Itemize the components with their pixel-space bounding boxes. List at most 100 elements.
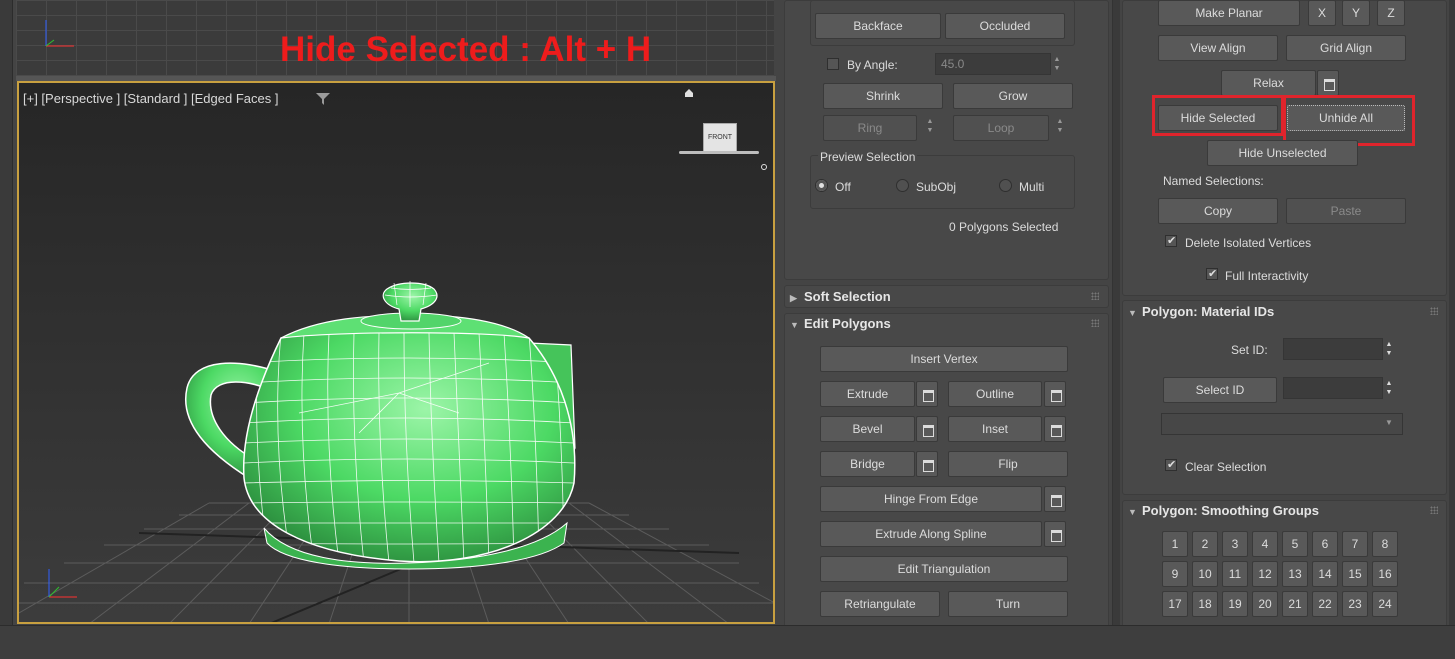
delete-isolated-checkbox[interactable] bbox=[1165, 234, 1177, 247]
full-interactivity-checkbox[interactable] bbox=[1206, 267, 1218, 280]
smoothing-group-button[interactable]: 23 bbox=[1342, 591, 1368, 617]
smoothing-group-button[interactable]: 7 bbox=[1342, 531, 1368, 557]
flip-button[interactable]: Flip bbox=[948, 451, 1068, 477]
ring-spinner-icon[interactable]: ▲ ▼ bbox=[923, 113, 937, 139]
smoothing-group-button[interactable]: 6 bbox=[1312, 531, 1338, 557]
loop-button[interactable]: Loop bbox=[953, 115, 1049, 141]
right-scrollbar[interactable] bbox=[1449, 0, 1455, 625]
material-name-dropdown[interactable] bbox=[1161, 413, 1403, 435]
angle-field[interactable]: 45.0 bbox=[935, 53, 1051, 75]
preview-subobj-radio[interactable] bbox=[896, 179, 909, 192]
insert-vertex-button[interactable]: Insert Vertex bbox=[820, 346, 1068, 372]
inset-settings-icon[interactable] bbox=[1044, 416, 1066, 442]
smoothing-group-button[interactable]: 17 bbox=[1162, 591, 1188, 617]
smoothing-group-button[interactable]: 13 bbox=[1282, 561, 1308, 587]
smoothing-group-button[interactable]: 22 bbox=[1312, 591, 1338, 617]
grid-align-button[interactable]: Grid Align bbox=[1286, 35, 1406, 61]
select-id-spinner-icon[interactable]: ▲ ▼ bbox=[1382, 375, 1396, 401]
middle-scrollbar[interactable] bbox=[1112, 0, 1120, 625]
smoothing-group-button[interactable]: 19 bbox=[1222, 591, 1248, 617]
outline-settings-icon[interactable] bbox=[1044, 381, 1066, 407]
smoothing-group-button[interactable]: 4 bbox=[1252, 531, 1278, 557]
clear-selection-checkbox[interactable] bbox=[1165, 458, 1177, 471]
angle-spinner-icon[interactable]: ▲ ▼ bbox=[1050, 51, 1064, 77]
scene bbox=[19, 281, 773, 622]
smoothing-group-button[interactable]: 18 bbox=[1192, 591, 1218, 617]
planar-y-button[interactable]: Y bbox=[1342, 0, 1370, 26]
extrude-settings-icon[interactable] bbox=[916, 381, 938, 407]
collapse-arrow-icon: ▼ bbox=[1128, 507, 1137, 517]
smoothing-group-button[interactable]: 8 bbox=[1372, 531, 1398, 557]
edit-polygons-title: Edit Polygons bbox=[804, 316, 891, 331]
smoothing-groups-header[interactable]: ▼ Polygon: Smoothing Groups bbox=[1128, 503, 1319, 518]
smoothing-group-button[interactable]: 1 bbox=[1162, 531, 1188, 557]
occluded-button[interactable]: Occluded bbox=[945, 13, 1065, 39]
preview-off-radio[interactable] bbox=[815, 179, 828, 192]
bevel-button[interactable]: Bevel bbox=[820, 416, 915, 442]
hinge-from-edge-button[interactable]: Hinge From Edge bbox=[820, 486, 1042, 512]
delete-isolated-label: Delete Isolated Vertices bbox=[1185, 236, 1312, 250]
top-viewport[interactable]: Hide Selected : Alt + H bbox=[16, 0, 774, 76]
grip-icon[interactable] bbox=[1091, 319, 1099, 327]
smoothing-group-button[interactable]: 20 bbox=[1252, 591, 1278, 617]
selection-status: 0 Polygons Selected bbox=[949, 220, 1059, 234]
ring-button[interactable]: Ring bbox=[823, 115, 917, 141]
select-id-field[interactable] bbox=[1283, 377, 1383, 399]
set-id-spinner-icon[interactable]: ▲ ▼ bbox=[1382, 336, 1396, 362]
chevron-down-icon[interactable]: ▼ bbox=[1385, 418, 1393, 427]
material-ids-header[interactable]: ▼ Polygon: Material IDs bbox=[1128, 304, 1274, 319]
make-planar-button[interactable]: Make Planar bbox=[1158, 0, 1300, 26]
inset-button[interactable]: Inset bbox=[948, 416, 1042, 442]
outline-button[interactable]: Outline bbox=[948, 381, 1042, 407]
extrude-button[interactable]: Extrude bbox=[820, 381, 915, 407]
extrude-spline-settings-icon[interactable] bbox=[1044, 521, 1066, 547]
edit-polygons-header[interactable]: ▼ Edit Polygons bbox=[790, 316, 891, 331]
bridge-settings-icon[interactable] bbox=[916, 451, 938, 477]
smoothing-group-button[interactable]: 24 bbox=[1372, 591, 1398, 617]
view-align-button[interactable]: View Align bbox=[1158, 35, 1278, 61]
smoothing-group-button[interactable]: 9 bbox=[1162, 561, 1188, 587]
bottom-strip-right bbox=[780, 625, 1455, 659]
relax-button[interactable]: Relax bbox=[1221, 70, 1316, 96]
full-interactivity-label: Full Interactivity bbox=[1225, 269, 1309, 283]
smoothing-group-button[interactable]: 15 bbox=[1342, 561, 1368, 587]
smoothing-group-button[interactable]: 21 bbox=[1282, 591, 1308, 617]
hide-selected-highlight bbox=[1152, 95, 1284, 136]
planar-z-button[interactable]: Z bbox=[1377, 0, 1405, 26]
extrude-along-spline-button[interactable]: Extrude Along Spline bbox=[820, 521, 1042, 547]
select-id-button[interactable]: Select ID bbox=[1163, 377, 1277, 403]
preview-multi-radio[interactable] bbox=[999, 179, 1012, 192]
edit-triangulation-button[interactable]: Edit Triangulation bbox=[820, 556, 1068, 582]
hinge-settings-icon[interactable] bbox=[1044, 486, 1066, 512]
set-id-field[interactable] bbox=[1283, 338, 1383, 360]
planar-x-button[interactable]: X bbox=[1308, 0, 1336, 26]
paste-button[interactable]: Paste bbox=[1286, 198, 1406, 224]
by-angle-checkbox[interactable] bbox=[827, 58, 839, 70]
hide-unselected-button[interactable]: Hide Unselected bbox=[1207, 140, 1358, 166]
smoothing-group-button[interactable]: 12 bbox=[1252, 561, 1278, 587]
copy-button[interactable]: Copy bbox=[1158, 198, 1278, 224]
grow-button[interactable]: Grow bbox=[953, 83, 1073, 109]
smoothing-group-button[interactable]: 16 bbox=[1372, 561, 1398, 587]
smoothing-group-button[interactable]: 14 bbox=[1312, 561, 1338, 587]
bevel-settings-icon[interactable] bbox=[916, 416, 938, 442]
grip-icon[interactable] bbox=[1430, 307, 1438, 315]
grip-icon[interactable] bbox=[1430, 506, 1438, 514]
shrink-button[interactable]: Shrink bbox=[823, 83, 943, 109]
smoothing-group-button[interactable]: 2 bbox=[1192, 531, 1218, 557]
collapse-arrow-icon: ▼ bbox=[1128, 308, 1137, 318]
smoothing-group-button[interactable]: 11 bbox=[1222, 561, 1248, 587]
smoothing-group-button[interactable]: 3 bbox=[1222, 531, 1248, 557]
backface-button[interactable]: Backface bbox=[815, 13, 941, 39]
preview-off-label: Off bbox=[835, 180, 851, 194]
soft-selection-header[interactable]: ▶ Soft Selection bbox=[790, 289, 891, 304]
grip-icon[interactable] bbox=[1091, 292, 1099, 300]
bridge-button[interactable]: Bridge bbox=[820, 451, 915, 477]
turn-button[interactable]: Turn bbox=[948, 591, 1068, 617]
loop-spinner-icon[interactable]: ▲ ▼ bbox=[1053, 113, 1067, 139]
smoothing-group-button[interactable]: 5 bbox=[1282, 531, 1308, 557]
relax-settings-icon[interactable] bbox=[1317, 70, 1339, 96]
perspective-viewport[interactable]: [+] [Perspective ] [Standard ] [Edged Fa… bbox=[17, 81, 775, 624]
retriangulate-button[interactable]: Retriangulate bbox=[820, 591, 940, 617]
smoothing-group-button[interactable]: 10 bbox=[1192, 561, 1218, 587]
